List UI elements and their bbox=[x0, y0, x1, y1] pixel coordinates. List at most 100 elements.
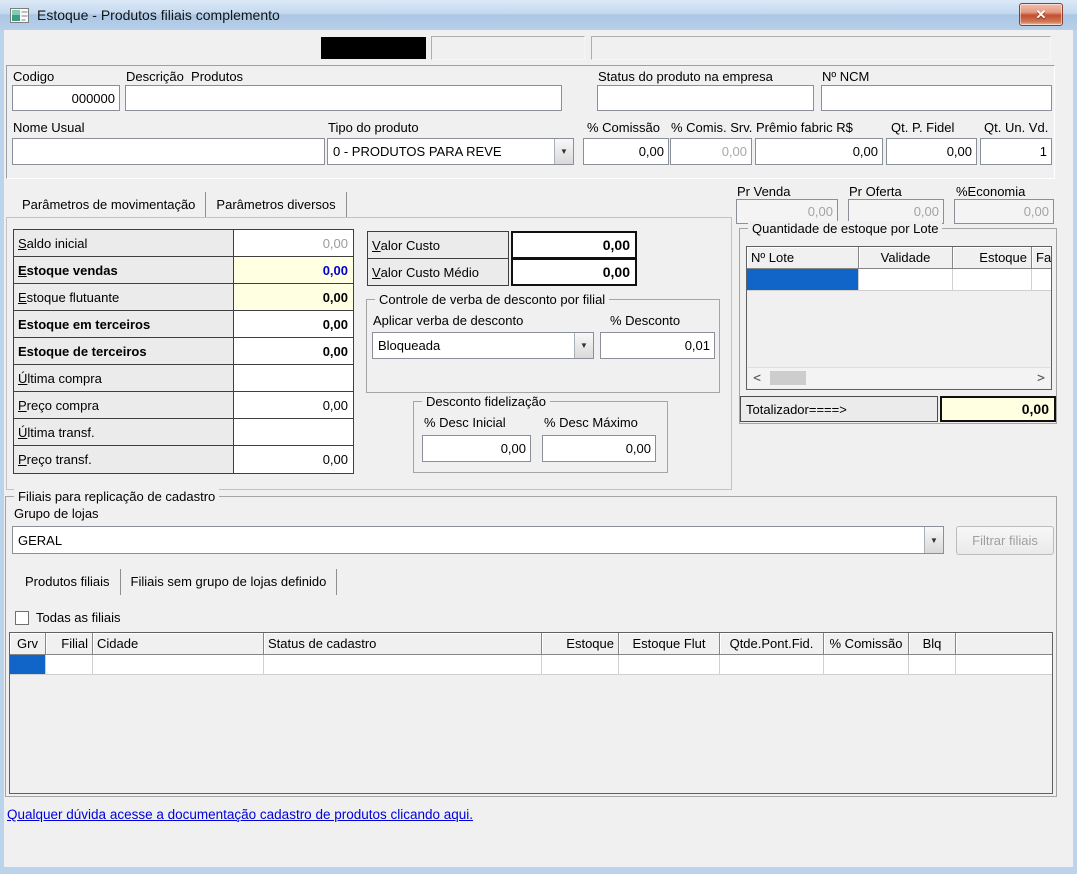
valor-custo-medio-value[interactable]: 0,00 bbox=[511, 258, 637, 286]
aplicar-verba-value: Bloqueada bbox=[378, 338, 441, 353]
column-header[interactable]: Cidade bbox=[93, 633, 264, 655]
verba-desconto-group: Controle de verba de desconto por filial… bbox=[366, 292, 720, 393]
column-header[interactable]: % Comissão bbox=[824, 633, 909, 655]
chevron-down-icon[interactable]: ▼ bbox=[554, 139, 573, 164]
top-panel-2 bbox=[591, 36, 1051, 60]
todas-filiais-checkbox[interactable] bbox=[15, 611, 29, 625]
tipo-produto-combobox[interactable]: 0 - PRODUTOS PARA REVE ▼ bbox=[327, 138, 574, 165]
row-value[interactable] bbox=[234, 419, 353, 445]
row-label: Estoque flutuante bbox=[14, 284, 234, 310]
column-header: Fab bbox=[1032, 247, 1051, 269]
chevron-down-icon[interactable]: ▼ bbox=[924, 527, 943, 553]
column-header[interactable]: Blq bbox=[909, 633, 956, 655]
scroll-left-icon[interactable]: < bbox=[748, 371, 766, 386]
scroll-right-icon[interactable]: > bbox=[1032, 371, 1050, 386]
lote-grid-row[interactable] bbox=[747, 269, 1051, 291]
column-header[interactable]: Validade bbox=[859, 247, 953, 269]
table-row: Estoque de terceiros 0,00 bbox=[14, 338, 353, 365]
estoque-lote-group: Quantidade de estoque por Lote Nº Lote V… bbox=[739, 221, 1057, 424]
desc-inicial-field[interactable]: 0,00 bbox=[422, 435, 531, 462]
cell[interactable] bbox=[542, 655, 619, 675]
column-header[interactable]: Status de cadastro bbox=[264, 633, 542, 655]
tipo-produto-value: 0 - PRODUTOS PARA REVE bbox=[333, 144, 502, 159]
cell[interactable] bbox=[956, 655, 1052, 675]
selected-cell[interactable] bbox=[10, 655, 46, 675]
row-label: Preço compra bbox=[14, 392, 234, 418]
desc-maximo-label: % Desc Máximo bbox=[544, 415, 638, 430]
valor-custo-value[interactable]: 0,00 bbox=[511, 231, 637, 259]
row-value[interactable]: 0,00 bbox=[234, 257, 353, 283]
qt-p-fidel-field[interactable]: 0,00 bbox=[886, 138, 977, 165]
row-value[interactable]: 0,00 bbox=[234, 311, 353, 337]
aplicar-verba-combobox[interactable]: Bloqueada ▼ bbox=[372, 332, 594, 359]
tab-filiais-sem-grupo[interactable]: Filiais sem grupo de lojas definido bbox=[121, 569, 338, 595]
row-value[interactable]: 0,00 bbox=[234, 446, 353, 473]
cell[interactable] bbox=[859, 269, 953, 291]
comis-srv-field: 0,00 bbox=[670, 138, 752, 165]
cell[interactable] bbox=[824, 655, 909, 675]
descricao-field[interactable] bbox=[125, 85, 562, 111]
grupo-lojas-combobox[interactable]: GERAL ▼ bbox=[12, 526, 944, 554]
row-label: Estoque em terceiros bbox=[14, 311, 234, 337]
column-header[interactable]: Estoque bbox=[542, 633, 619, 655]
close-button[interactable]: ✕ bbox=[1019, 3, 1063, 26]
premio-fabric-field[interactable]: 0,00 bbox=[755, 138, 883, 165]
qt-un-vd-field[interactable]: 1 bbox=[980, 138, 1052, 165]
window-titlebar[interactable]: Estoque - Produtos filiais complemento ✕ bbox=[0, 0, 1077, 30]
ncm-field[interactable] bbox=[821, 85, 1052, 111]
comis-srv-label: % Comis. Srv. bbox=[671, 120, 753, 135]
row-label: Estoque vendas bbox=[14, 257, 234, 283]
horizontal-scrollbar[interactable]: < > bbox=[748, 367, 1050, 388]
row-label: Última transf. bbox=[14, 419, 234, 445]
filtrar-filiais-button[interactable]: Filtrar filiais bbox=[956, 526, 1054, 555]
nome-usual-field[interactable] bbox=[12, 138, 325, 165]
cell[interactable] bbox=[1032, 269, 1051, 291]
row-value[interactable]: 0,00 bbox=[234, 284, 353, 310]
filiais-grid-row[interactable] bbox=[10, 655, 1052, 675]
codigo-field[interactable]: 000000 bbox=[12, 85, 120, 111]
cell[interactable] bbox=[909, 655, 956, 675]
chevron-down-icon[interactable]: ▼ bbox=[574, 333, 593, 358]
column-header[interactable]: Grv bbox=[10, 633, 46, 655]
documentation-link[interactable]: Qualquer dúvida acesse a documentação ca… bbox=[7, 807, 473, 822]
table-row: Valor Custo Médio 0,00 bbox=[367, 258, 637, 286]
column-header[interactable]: Filial bbox=[46, 633, 93, 655]
status-produto-field[interactable] bbox=[597, 85, 814, 111]
table-row: Preço transf. 0,00 bbox=[14, 446, 353, 473]
nome-usual-label: Nome Usual bbox=[13, 120, 85, 135]
row-value[interactable] bbox=[234, 365, 353, 391]
cell[interactable] bbox=[93, 655, 264, 675]
column-header[interactable]: Estoque bbox=[953, 247, 1032, 269]
cell[interactable] bbox=[264, 655, 542, 675]
descricao-label: Descrição Produtos bbox=[126, 69, 244, 84]
comissao-field[interactable]: 0,00 bbox=[583, 138, 669, 165]
filiais-replicacao-group-title: Filiais para replicação de cadastro bbox=[14, 489, 220, 504]
row-value[interactable]: 0,00 bbox=[234, 338, 353, 364]
grupo-lojas-label: Grupo de lojas bbox=[14, 506, 99, 521]
desconto-field[interactable]: 0,01 bbox=[600, 332, 715, 359]
selected-cell[interactable] bbox=[747, 269, 859, 291]
lote-grid: Nº Lote Validade Estoque Fab < > bbox=[746, 246, 1052, 390]
row-label: Saldo inicial bbox=[14, 230, 234, 256]
cell[interactable] bbox=[46, 655, 93, 675]
row-value: 0,00 bbox=[234, 230, 353, 256]
premio-fabric-label: Prêmio fabric R$ bbox=[756, 120, 853, 135]
cell[interactable] bbox=[619, 655, 720, 675]
column-header[interactable]: Qtde.Pont.Fid. bbox=[720, 633, 824, 655]
tab-parametros-diversos[interactable]: Parâmetros diversos bbox=[206, 192, 347, 218]
row-value[interactable]: 0,00 bbox=[234, 392, 353, 418]
filiais-grid: Grv Filial Cidade Status de cadastro Est… bbox=[9, 632, 1053, 794]
scrollbar-thumb[interactable] bbox=[770, 371, 806, 385]
desc-maximo-field[interactable]: 0,00 bbox=[542, 435, 656, 462]
column-header[interactable]: Estoque Flut bbox=[619, 633, 720, 655]
cell[interactable] bbox=[953, 269, 1032, 291]
identification-panel: Codigo 000000 Descrição Produtos Status … bbox=[6, 65, 1055, 179]
tab-produtos-filiais[interactable]: Produtos filiais bbox=[15, 569, 121, 595]
window-title: Estoque - Produtos filiais complemento bbox=[37, 7, 280, 23]
column-header[interactable]: Nº Lote bbox=[747, 247, 859, 269]
filiais-tabstrip: Produtos filiais Filiais sem grupo de lo… bbox=[15, 569, 338, 595]
table-row: Última transf. bbox=[14, 419, 353, 446]
cell[interactable] bbox=[720, 655, 824, 675]
tab-parametros-movimentacao[interactable]: Parâmetros de movimentação bbox=[12, 192, 207, 218]
top-panel-1 bbox=[431, 36, 585, 60]
